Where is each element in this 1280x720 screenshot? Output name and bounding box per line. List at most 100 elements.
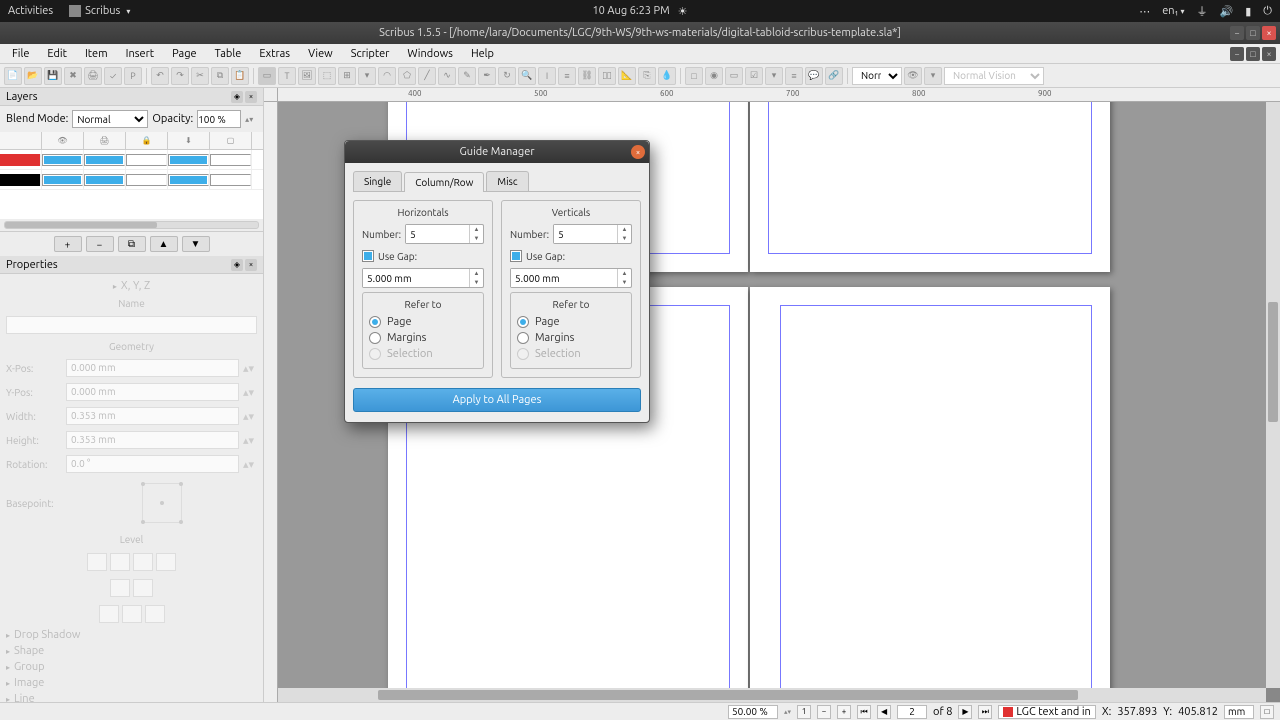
h-refer-page-row[interactable]: Page [369,314,477,330]
acc-line[interactable]: Line [6,691,257,702]
render-frame-tool[interactable]: ⬚ [318,67,336,85]
layer-lock-checkbox[interactable] [126,174,167,186]
page-input[interactable] [897,705,927,719]
next-page-button[interactable]: ▶ [958,705,972,719]
dialog-titlebar[interactable]: Guide Manager × [345,141,649,163]
tray-more-icon[interactable]: ⋯ [1139,5,1150,18]
layer-print-checkbox[interactable] [84,174,125,186]
menu-item[interactable]: Item [77,46,116,62]
menu-scripter[interactable]: Scripter [343,46,398,62]
arc-tool[interactable]: ◠ [378,67,396,85]
layer-down-button[interactable]: ▼ [182,236,210,252]
acc-shape[interactable]: Shape [6,643,257,659]
tab-single[interactable]: Single [353,171,402,191]
zoom-spin-icon[interactable]: ▴▾ [784,708,791,716]
power-icon[interactable]: ⏻ [1263,5,1272,18]
copy-props-button[interactable]: ⎘ [638,67,656,85]
bezier-tool[interactable]: ∿ [438,67,456,85]
copy-button[interactable]: ⧉ [211,67,229,85]
layer-outline-checkbox[interactable] [210,174,251,186]
clock[interactable]: 10 Aug 6:23 PM [592,5,669,17]
zoom-default-button[interactable]: 1 [797,705,811,719]
cut-button[interactable]: ✂ [191,67,209,85]
paste-button[interactable]: 📋 [231,67,249,85]
preview-toggle[interactable]: 👁 [904,67,922,85]
freehand-tool[interactable]: ✎ [458,67,476,85]
spin-up-icon[interactable]: ▲ [470,269,483,278]
v-refer-margins-row[interactable]: Margins [517,330,625,346]
h-gap-input[interactable]: ▲▼ [362,268,484,288]
measure-tool[interactable]: 📐 [618,67,636,85]
layer-duplicate-button[interactable]: ⧉ [118,236,146,252]
dialog-close-button[interactable]: × [631,145,645,159]
zoom-input[interactable] [728,705,778,719]
menu-view[interactable]: View [300,46,341,62]
mdi-minimize-button[interactable]: − [1230,47,1244,61]
zoom-tool[interactable]: 🔍 [518,67,536,85]
tab-column-row[interactable]: Column/Row [404,172,484,192]
vision-mode-select[interactable]: Normal Vision [944,67,1044,85]
h-refer-margins-radio[interactable] [369,332,381,344]
cms-toggle[interactable]: ▾ [924,67,942,85]
pdf-textfield[interactable]: ▭ [725,67,743,85]
props-close-icon[interactable]: × [245,259,257,271]
menu-edit[interactable]: Edit [39,46,75,62]
layers-hscroll[interactable] [4,221,259,229]
minimize-button[interactable]: − [1230,26,1244,40]
pdf-checkbox[interactable]: ☑ [745,67,763,85]
horizontal-ruler[interactable]: 400 500 600 700 800 900 [278,88,1280,102]
spin-up-icon[interactable]: ▲ [470,225,483,234]
preflight-button[interactable]: ✓ [104,67,122,85]
pdf-pushbutton[interactable]: □ [685,67,703,85]
shape-tool[interactable]: ▾ [358,67,376,85]
pdf-annotation[interactable]: 💬 [805,67,823,85]
layer-row[interactable] [0,170,263,190]
props-xyz-section[interactable]: X, Y, Z [6,278,257,294]
calligraphy-tool[interactable]: ✒ [478,67,496,85]
tab-misc[interactable]: Misc [486,171,528,191]
network-icon[interactable]: ⏚ [1197,3,1208,19]
spin-up-icon[interactable]: ▲ [618,269,631,278]
undo-button[interactable]: ↶ [151,67,169,85]
image-frame-tool[interactable]: 🖼 [298,67,316,85]
acc-drop-shadow[interactable]: Drop Shadow [6,627,257,643]
lang-indicator[interactable]: en₁ [1162,5,1184,17]
layer-flow-checkbox[interactable] [168,154,209,166]
edit-contents-tool[interactable]: I [538,67,556,85]
polygon-tool[interactable]: ⬠ [398,67,416,85]
menu-file[interactable]: File [4,46,37,62]
last-page-button[interactable]: ⏭ [978,705,992,719]
spin-down-icon[interactable]: ▼ [618,278,631,287]
view-quality-select[interactable]: Normal [852,67,902,85]
new-doc-button[interactable]: 📄 [4,67,22,85]
prev-page-button[interactable]: ◀ [877,705,891,719]
v-refer-page-radio[interactable] [517,316,529,328]
volume-icon[interactable]: 🔊 [1220,5,1234,18]
rotate-tool[interactable]: ↻ [498,67,516,85]
blend-mode-select[interactable]: Normal [72,110,148,128]
unlink-frames-button[interactable]: ⛓̸ [598,67,616,85]
zoom-out-button[interactable]: − [817,705,831,719]
text-frame-tool[interactable]: T [278,67,296,85]
layer-flow-checkbox[interactable] [168,174,209,186]
h-refer-margins-row[interactable]: Margins [369,330,477,346]
h-use-gap-checkbox[interactable] [362,250,374,262]
v-refer-margins-radio[interactable] [517,332,529,344]
line-tool[interactable]: ╱ [418,67,436,85]
vertical-ruler[interactable] [264,102,278,702]
status-extra-button[interactable]: □ [1260,705,1274,719]
story-editor-button[interactable]: ≡ [558,67,576,85]
spin-down-icon[interactable]: ▼ [618,234,631,243]
layer-row[interactable] [0,150,263,170]
pdf-link[interactable]: 🔗 [825,67,843,85]
unit-select[interactable] [1224,705,1254,719]
active-layer-indicator[interactable]: LGC text and in [998,705,1095,719]
layer-lock-checkbox[interactable] [126,154,167,166]
v-refer-page-row[interactable]: Page [517,314,625,330]
first-page-button[interactable]: ⏮ [857,705,871,719]
acc-group[interactable]: Group [6,659,257,675]
save-button[interactable]: 💾 [44,67,62,85]
app-menu[interactable]: Scribus [69,5,130,17]
pdf-list[interactable]: ≡ [785,67,803,85]
eyedropper-tool[interactable]: 💧 [658,67,676,85]
